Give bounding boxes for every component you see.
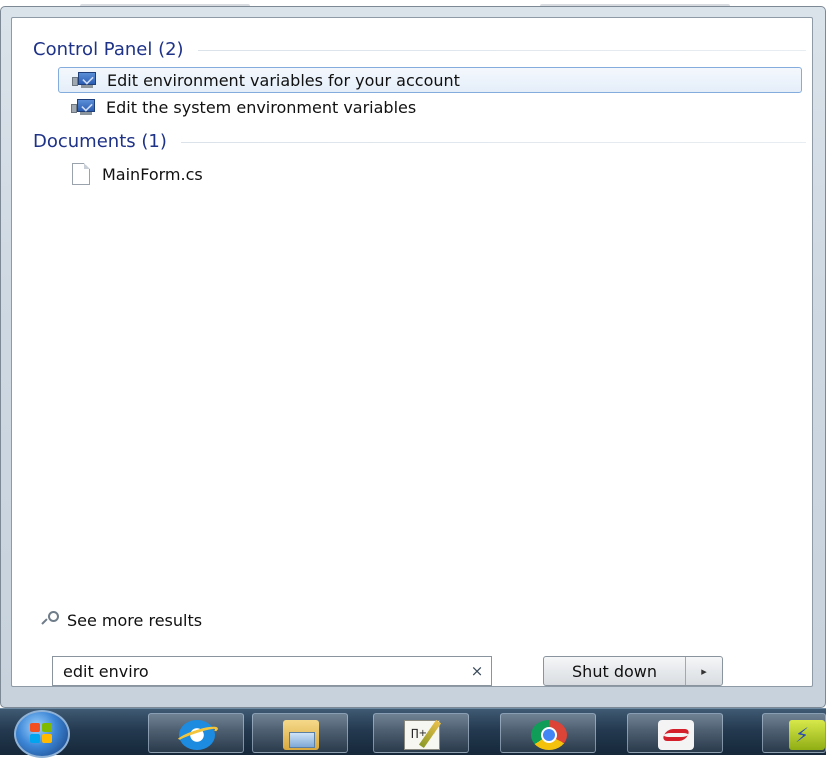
see-more-results-link[interactable]: See more results <box>40 608 202 632</box>
result-edit-env-vars-account[interactable]: Edit environment variables for your acco… <box>58 67 802 93</box>
shutdown-button[interactable]: Shut down <box>544 657 686 685</box>
group-title: Control Panel (2) <box>33 38 184 60</box>
search-input[interactable] <box>53 661 463 681</box>
see-more-label: See more results <box>67 610 203 630</box>
group-divider <box>197 49 806 51</box>
taskbar-notepad-plus-plus[interactable] <box>373 713 469 753</box>
windows-explorer-icon <box>283 720 319 750</box>
shutdown-options-arrow-icon[interactable]: ▸ <box>686 657 722 685</box>
internet-explorer-icon <box>179 720 215 750</box>
taskbar-windows-explorer[interactable] <box>252 713 348 753</box>
lightning-app-icon <box>789 720 825 750</box>
windows-flag-icon <box>30 723 54 745</box>
result-mainform-cs[interactable]: MainForm.cs <box>50 161 802 187</box>
group-divider <box>180 141 806 143</box>
taskbar <box>0 708 826 758</box>
red-app-icon <box>658 720 694 750</box>
control-panel-icon <box>69 70 101 90</box>
shutdown-split-button: Shut down ▸ <box>543 656 723 686</box>
result-label: Edit the system environment variables <box>106 97 417 117</box>
group-header-documents: Documents (1) <box>33 128 806 154</box>
result-edit-system-env-vars[interactable]: Edit the system environment variables <box>58 94 802 120</box>
notepad-plus-plus-icon <box>404 720 440 750</box>
group-header-control-panel: Control Panel (2) <box>33 36 806 62</box>
taskbar-lightning-app[interactable] <box>762 713 826 753</box>
taskbar-internet-explorer[interactable] <box>148 713 244 753</box>
group-title: Documents (1) <box>33 130 167 152</box>
control-panel-icon <box>68 97 100 117</box>
result-label: Edit environment variables for your acco… <box>107 70 460 90</box>
start-button[interactable] <box>4 709 92 758</box>
taskbar-chrome[interactable] <box>500 713 596 753</box>
chrome-icon <box>531 720 567 750</box>
document-icon <box>72 163 90 185</box>
start-search-box[interactable]: × <box>52 656 492 686</box>
search-icon <box>40 610 60 630</box>
result-label: MainForm.cs <box>102 164 203 184</box>
taskbar-red-app[interactable] <box>627 713 723 753</box>
clear-search-icon[interactable]: × <box>463 662 491 680</box>
